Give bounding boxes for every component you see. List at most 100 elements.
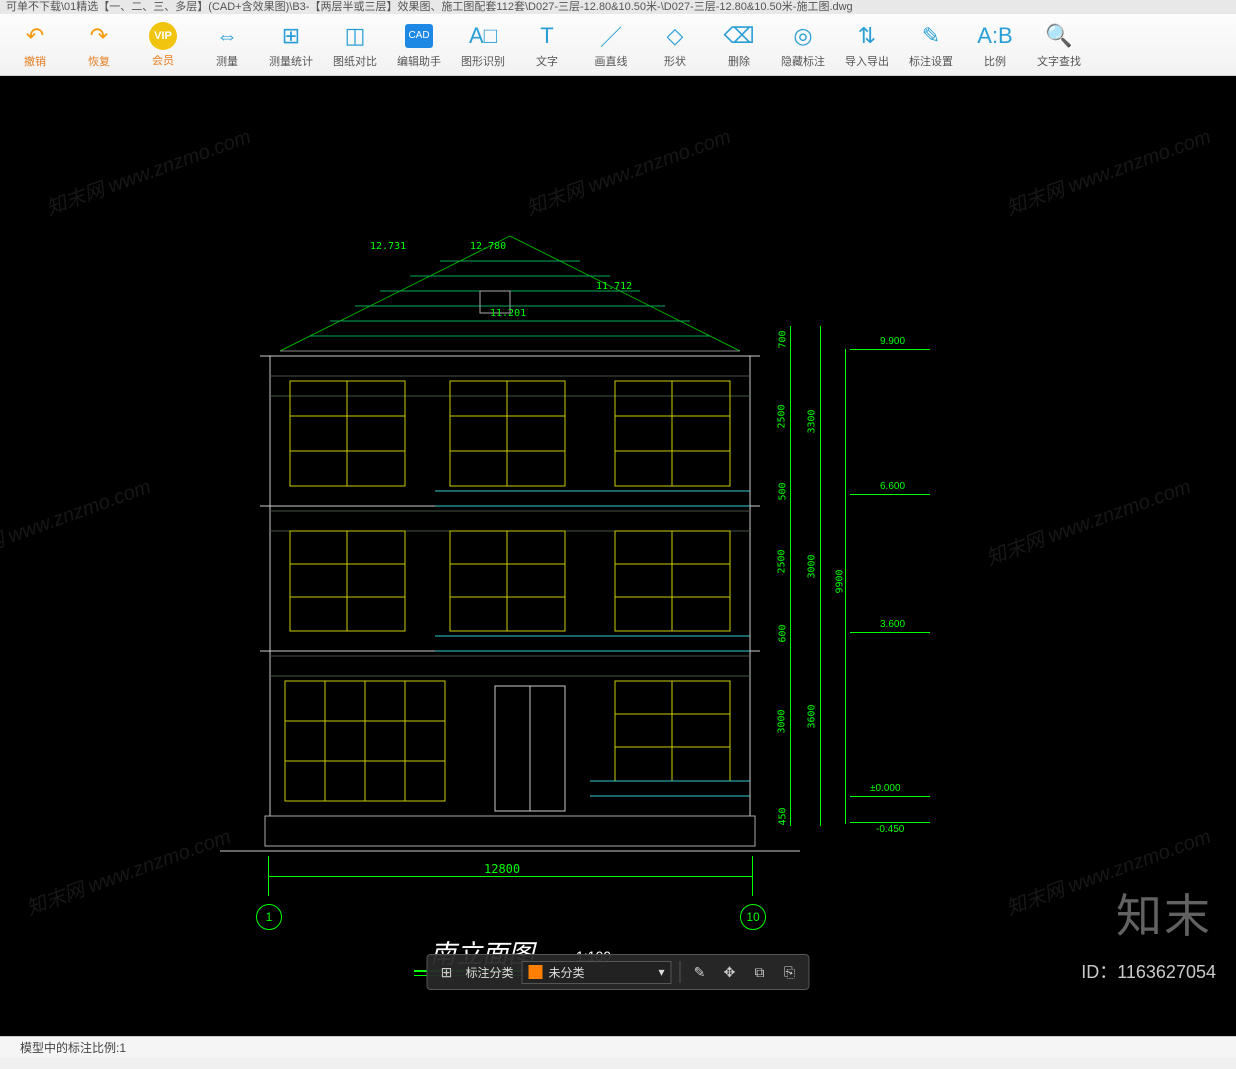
redo-label: 恢复: [88, 53, 110, 69]
annot-settings-label: 标注设置: [909, 53, 953, 69]
delete-label: 删除: [728, 53, 750, 69]
vip-button[interactable]: VIP 会员: [132, 16, 194, 74]
vdim-o-3600: 3600: [807, 704, 818, 728]
compare-button[interactable]: ◫ 图纸对比: [324, 16, 386, 74]
annotation-toolbar: ⊞ 标注分类 未分类 ▾ ✎ ✥ ⧉ ⎘: [426, 954, 809, 990]
edit-assist-label: 编辑助手: [397, 53, 441, 69]
redo-icon: ↷: [84, 21, 114, 51]
vdim-500: 500: [778, 482, 789, 500]
paste-icon[interactable]: ⎘: [779, 961, 801, 983]
text-label: 文字: [536, 53, 558, 69]
grid-bubble-1: 1: [256, 904, 282, 930]
text-find-button[interactable]: 🔍 文字查找: [1028, 16, 1090, 74]
ratio-button[interactable]: A:B比例: [964, 16, 1026, 74]
vdim-line: [820, 326, 821, 826]
compare-label: 图纸对比: [333, 53, 377, 69]
vdim-450: 450: [778, 807, 789, 825]
width-ext-right: [752, 856, 753, 896]
level-neg: -0.450: [876, 824, 904, 835]
roof-dim-right: 11.712: [596, 281, 632, 292]
text-find-label: 文字查找: [1037, 53, 1081, 69]
width-label: 12800: [484, 862, 520, 876]
cad-canvas[interactable]: 知末网 www.znzmo.com 知末网 www.znzmo.com 知末网 …: [0, 76, 1236, 1036]
undo-button[interactable]: ↶撤销: [4, 16, 66, 74]
level-9900: 9.900: [880, 336, 905, 347]
vdim-2500a: 2500: [777, 404, 788, 428]
delete-icon: ⌫: [724, 21, 754, 51]
hide-annot-icon: ◎: [788, 21, 818, 51]
recognize-label: 图形识别: [461, 53, 505, 69]
annot-settings-icon: ✎: [916, 21, 946, 51]
import-export-label: 导入导出: [845, 53, 889, 69]
text-button[interactable]: T 文字: [516, 16, 578, 74]
import-export-button[interactable]: ⇅ 导入导出: [836, 16, 898, 74]
undo-label: 撤销: [24, 53, 46, 69]
redo-button[interactable]: ↷ 恢复: [68, 16, 130, 74]
brand-watermark: 知末: [1116, 880, 1212, 946]
elevation-drawing: [160, 156, 920, 916]
watermark: 知末网 www.znzmo.com: [982, 470, 1195, 571]
watermark: 知末网 www.znzmo.com: [0, 470, 154, 571]
main-toolbar: ↶撤销 ↷ 恢复 VIP 会员 ⇔ 测量 ⊞测量统计 ◫ 图纸对比 CAD 编辑助手 A□ 图形识别 T 文字…: [0, 14, 1236, 76]
line-button[interactable]: ／ 画直线: [580, 16, 642, 74]
level-line: [850, 494, 930, 495]
edit-assist-icon: CAD: [404, 21, 434, 51]
level-0: ±0.000: [870, 783, 901, 794]
shape-icon: ◇: [660, 21, 690, 51]
category-value: 未分类: [549, 964, 585, 981]
level-line: [850, 349, 930, 350]
vdim-2500b: 2500: [777, 549, 788, 573]
measure-icon: ⇔: [212, 21, 242, 51]
grid-icon[interactable]: ⊞: [435, 961, 457, 983]
recognize-button[interactable]: A□ 图形识别: [452, 16, 514, 74]
roof-dim-left: 12.731: [370, 241, 406, 252]
chevron-down-icon: ▾: [658, 965, 664, 979]
file-path: 可单不下载\01精选【一、二、三、多层】(CAD+含效果图)\B3-【两层半或三…: [6, 1, 853, 13]
vdim-o-3000: 3000: [807, 554, 818, 578]
measure-label: 测量: [216, 53, 238, 69]
annot-category-label: 标注分类: [465, 964, 513, 981]
vdim-line: [790, 326, 791, 826]
hide-annot-button[interactable]: ◎ 隐藏标注: [772, 16, 834, 74]
level-line: [850, 632, 930, 633]
edit-assist-button[interactable]: CAD 编辑助手: [388, 16, 450, 74]
level-6600: 6.600: [880, 481, 905, 492]
vip-label: 会员: [152, 52, 174, 68]
vip-icon: VIP: [149, 22, 177, 50]
copy-icon[interactable]: ⧉: [749, 961, 771, 983]
hide-annot-label: 隐藏标注: [781, 53, 825, 69]
measure-stat-icon: ⊞: [276, 21, 306, 51]
measure-stat-button[interactable]: ⊞测量统计: [260, 16, 322, 74]
category-color-swatch: [529, 965, 543, 979]
vdim-3000: 3000: [777, 709, 788, 733]
shape-button[interactable]: ◇ 形状: [644, 16, 706, 74]
category-select[interactable]: 未分类 ▾: [522, 961, 672, 984]
watermark: 知末网 www.znzmo.com: [1002, 120, 1215, 221]
text-find-icon: 🔍: [1044, 21, 1074, 51]
grid-bubble-10: 10: [740, 904, 766, 930]
roof-dim-peak: 11.201: [490, 308, 526, 319]
line-icon: ／: [596, 21, 626, 51]
status-text: 模型中的标注比例:1: [20, 1041, 126, 1055]
vdim-o-3300: 3300: [807, 409, 818, 433]
annot-settings-button[interactable]: ✎ 标注设置: [900, 16, 962, 74]
width-ext-left: [268, 856, 269, 896]
move-icon[interactable]: ✥: [719, 961, 741, 983]
recognize-icon: A□: [468, 21, 498, 51]
level-line: [850, 822, 930, 823]
vdim-600: 600: [778, 624, 789, 642]
compare-icon: ◫: [340, 21, 370, 51]
delete-button[interactable]: ⌫ 删除: [708, 16, 770, 74]
edit-icon[interactable]: ✎: [689, 961, 711, 983]
vdim-total: 9900: [835, 569, 846, 593]
width-dim-line: [268, 876, 752, 877]
line-label: 画直线: [595, 53, 628, 69]
measure-button[interactable]: ⇔ 测量: [196, 16, 258, 74]
roof-dim-mid: 12.780: [470, 241, 506, 252]
image-id: ID：1163627054: [1081, 958, 1216, 984]
shape-label: 形状: [664, 53, 686, 69]
title-bar: 可单不下载\01精选【一、二、三、多层】(CAD+含效果图)\B3-【两层半或三…: [0, 0, 1236, 14]
vdim-700: 700: [778, 330, 789, 348]
import-export-icon: ⇅: [852, 21, 882, 51]
text-icon: T: [532, 21, 562, 51]
